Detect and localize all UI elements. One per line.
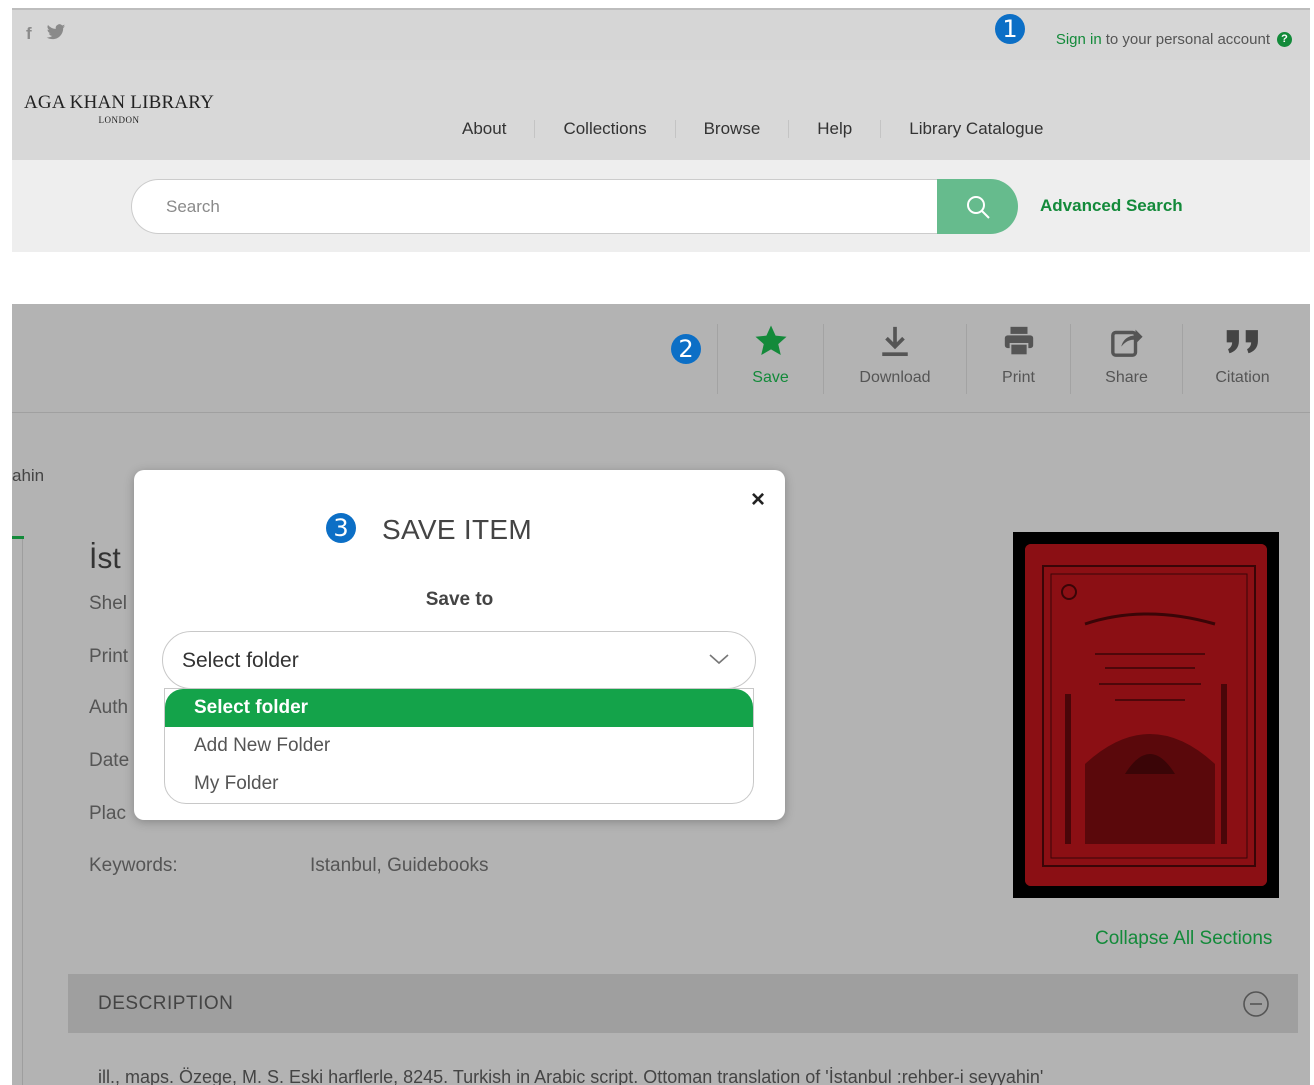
social-links: f (26, 24, 66, 46)
star-icon (754, 325, 787, 356)
annotation-badge-3: 3 (326, 513, 356, 543)
save-to-label: Save to (425, 589, 494, 610)
dialog-title: SAVE ITEM (382, 514, 532, 545)
description-heading: DESCRIPTION (98, 993, 234, 1014)
signin-text: to your personal account (1105, 31, 1270, 48)
folder-select[interactable]: Select folder (162, 631, 756, 689)
nav-item-help[interactable]: Help (788, 120, 880, 138)
site-header: AGA KHAN LIBRARY LONDON About Collection… (12, 60, 1310, 160)
folder-select-value: Select folder (182, 649, 299, 672)
nav-item-about[interactable]: About (444, 120, 534, 138)
signin-link[interactable]: Sign in (1056, 31, 1102, 48)
item-thumbnail[interactable] (1013, 532, 1279, 898)
book-cover-image (1025, 544, 1267, 886)
toolbar-divider (12, 412, 1310, 413)
collapse-minus-icon[interactable] (1242, 990, 1270, 1018)
search-bar: Advanced Search (12, 160, 1310, 252)
share-button[interactable]: Share (1070, 324, 1182, 394)
place-label: Plac (89, 803, 126, 824)
print-label: Print (1002, 369, 1035, 386)
item-title: İst (89, 542, 121, 575)
annotation-badge-2: 2 (671, 334, 701, 364)
logo-title: AGA KHAN LIBRARY (24, 92, 215, 113)
print-button[interactable]: Print (966, 324, 1070, 394)
search-icon (966, 195, 990, 219)
nav-item-library-catalogue[interactable]: Library Catalogue (880, 120, 1071, 138)
download-button[interactable]: Download (823, 324, 966, 394)
download-label: Download (859, 369, 931, 386)
search-input[interactable] (132, 180, 937, 233)
annotation-badge-1: 1 (995, 14, 1025, 44)
signin-prompt: Sign in to your personal account ? (1056, 31, 1292, 48)
share-icon (1110, 329, 1143, 357)
dropdown-option-my-folder[interactable]: My Folder (165, 765, 753, 803)
printed-label: Print (89, 646, 129, 667)
save-label: Save (752, 369, 789, 386)
chevron-down-icon (709, 654, 729, 665)
site-logo[interactable]: AGA KHAN LIBRARY LONDON (24, 92, 214, 125)
search-box (131, 179, 937, 234)
shelfmark-label: Shel (89, 593, 128, 614)
save-button[interactable]: Save (717, 324, 823, 394)
sidebar-border (22, 539, 23, 1085)
citation-label: Citation (1215, 369, 1270, 386)
facebook-icon[interactable]: f (26, 24, 32, 46)
keywords-value[interactable]: Istanbul, Guidebooks (310, 855, 489, 877)
share-label: Share (1105, 369, 1148, 386)
date-label: Date (89, 750, 130, 771)
dropdown-option-add-new-folder[interactable]: Add New Folder (165, 727, 753, 765)
description-section-header[interactable]: DESCRIPTION (68, 974, 1298, 1033)
search-button[interactable] (937, 179, 1018, 234)
top-utility-bar: f 1 Sign in to your personal account ? (12, 8, 1310, 60)
nav-item-collections[interactable]: Collections (534, 120, 674, 138)
keywords-label: Keywords: (89, 855, 178, 876)
collapse-all-sections-link[interactable]: Collapse All Sections (1095, 928, 1272, 950)
printer-icon (1004, 326, 1033, 357)
twitter-icon[interactable] (46, 24, 66, 46)
dropdown-option-select-folder[interactable]: Select folder (165, 689, 753, 727)
advanced-search-link[interactable]: Advanced Search (1040, 196, 1183, 216)
save-item-dialog: × 3 SAVE ITEM Save to Select folder Sele… (134, 470, 785, 820)
nav-item-browse[interactable]: Browse (674, 120, 789, 138)
folder-dropdown-list: Select folder Add New Folder My Folder (164, 688, 754, 804)
logo-subtitle: LONDON (98, 115, 140, 125)
main-nav: About Collections Browse Help Library Ca… (444, 120, 1071, 138)
download-icon (882, 326, 908, 357)
quote-icon (1226, 330, 1258, 354)
author-label: Auth (89, 697, 129, 718)
citation-button[interactable]: Citation (1182, 324, 1302, 394)
breadcrumb-fragment: ahin (12, 466, 45, 485)
close-icon[interactable]: × (751, 486, 765, 514)
description-text: ill., maps. Özege, M. S. Eski harflerle,… (98, 1067, 1044, 1085)
help-icon[interactable]: ? (1277, 32, 1292, 47)
